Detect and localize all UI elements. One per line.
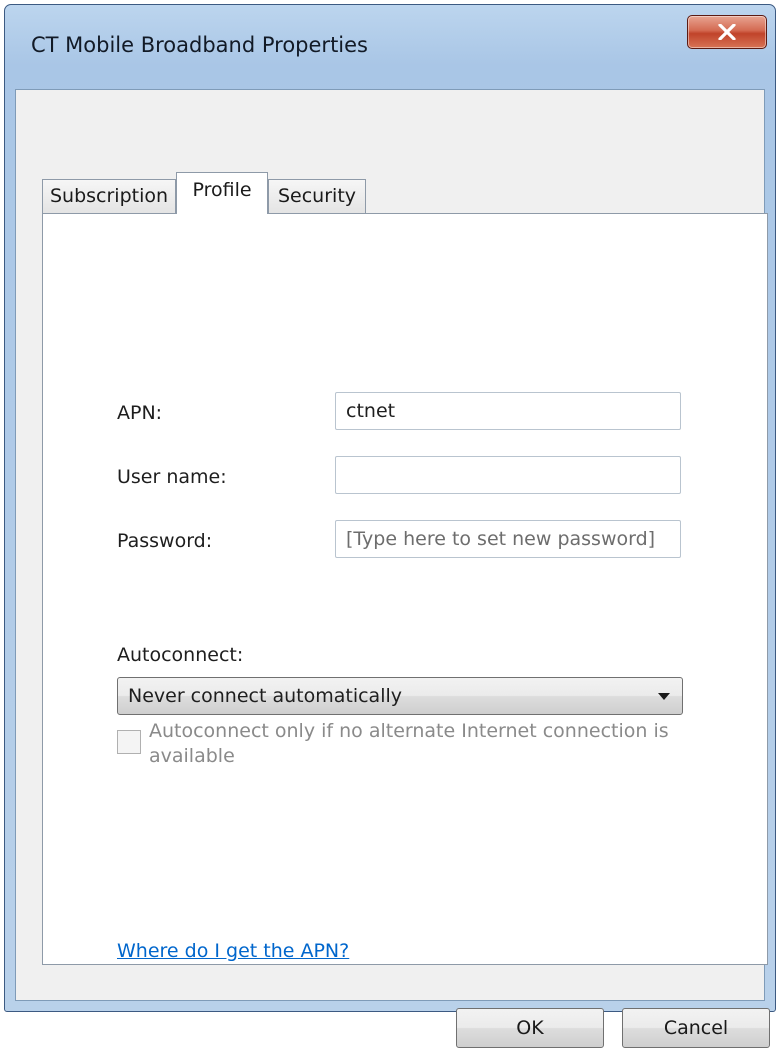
tab-profile-label: Profile [192, 179, 252, 201]
password-field[interactable] [335, 520, 681, 558]
close-icon [718, 24, 736, 40]
profile-panel: APN: User name: Password: Autoconnect: N… [42, 213, 768, 965]
tab-security-label: Security [277, 185, 357, 207]
username-label: User name: [117, 466, 227, 488]
apn-label: APN: [117, 402, 163, 424]
title-bar[interactable]: CT Mobile Broadband Properties [5, 5, 775, 85]
window-title: CT Mobile Broadband Properties [31, 33, 368, 57]
properties-dialog: CT Mobile Broadband Properties Subscript… [4, 4, 776, 1048]
username-field[interactable] [335, 456, 681, 494]
password-label: Password: [117, 530, 213, 552]
apn-help-link[interactable]: Where do I get the APN? [117, 940, 349, 962]
autoconnect-only-label: Autoconnect only if no alternate Interne… [149, 720, 669, 767]
tab-security[interactable]: Security [268, 179, 366, 213]
tab-subscription[interactable]: Subscription [42, 179, 176, 213]
autoconnect-label: Autoconnect: [117, 644, 244, 666]
tab-subscription-label: Subscription [49, 185, 169, 207]
cancel-button[interactable]: Cancel [622, 1008, 770, 1048]
autoconnect-only-checkbox[interactable] [117, 730, 141, 754]
dialog-client-area: Subscription Profile Security APN: User … [15, 89, 770, 1048]
cancel-button-label: Cancel [663, 1017, 729, 1039]
ok-button-label: OK [516, 1017, 544, 1039]
close-button[interactable] [687, 15, 767, 49]
apn-field[interactable] [335, 392, 681, 430]
ok-button[interactable]: OK [456, 1008, 604, 1048]
autoconnect-dropdown[interactable]: Never connect automatically [117, 677, 683, 715]
autoconnect-selected-value: Never connect automatically [128, 685, 402, 707]
tab-profile[interactable]: Profile [176, 172, 268, 214]
dropdown-arrow-icon [658, 693, 670, 700]
